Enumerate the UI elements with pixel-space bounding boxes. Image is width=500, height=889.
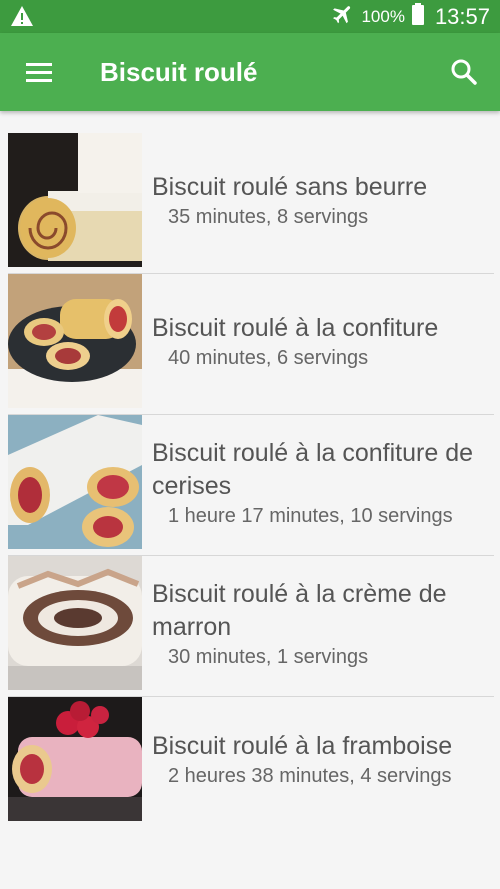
list-item[interactable]: Biscuit roulé à la framboise 2 heures 38…: [8, 697, 494, 821]
recipe-title: Biscuit roulé à la confiture: [152, 314, 439, 342]
recipe-meta: 35 minutes, 8 servings: [168, 206, 369, 228]
app-bar: Biscuit roulé: [0, 33, 500, 111]
status-bar: 100% 13:57: [0, 0, 500, 33]
recipe-image: [8, 274, 142, 408]
recipe-title: Biscuit roulé à la confiture de cerises: [152, 438, 474, 500]
recipe-title: Biscuit roulé à la framboise: [152, 732, 453, 760]
search-icon[interactable]: [446, 54, 482, 90]
recipe-title: Biscuit roulé à la crème de marron: [152, 579, 447, 641]
clock: 13:57: [434, 3, 490, 29]
recipe-title: Biscuit roulé sans beurre: [152, 173, 428, 201]
menu-icon[interactable]: [20, 54, 58, 90]
recipe-list: Biscuit roulé sans beurre 35 minutes, 8 …: [8, 133, 494, 821]
page-title: Biscuit roulé: [100, 57, 258, 87]
list-item[interactable]: Biscuit roulé à la confiture de cerises …: [8, 415, 494, 556]
battery-icon: [411, 2, 425, 31]
list-item[interactable]: Biscuit roulé à la crème de marron 30 mi…: [8, 556, 494, 697]
battery-percent: 100%: [361, 6, 405, 26]
recipe-meta: 1 heure 17 minutes, 10 servings: [168, 504, 453, 527]
recipe-image: [8, 133, 142, 267]
recipe-meta: 2 heures 38 minutes, 4 servings: [168, 765, 452, 787]
warning-icon: [10, 5, 34, 27]
list-item[interactable]: Biscuit roulé à la confiture 40 minutes,…: [8, 274, 494, 415]
recipe-image: [8, 415, 142, 549]
list-item[interactable]: Biscuit roulé sans beurre 35 minutes, 8 …: [8, 133, 494, 274]
recipe-meta: 30 minutes, 1 servings: [168, 645, 369, 668]
recipe-meta: 40 minutes, 6 servings: [168, 347, 369, 369]
recipe-image: [8, 697, 142, 821]
recipe-image: [8, 556, 142, 690]
airplane-icon: [331, 2, 355, 31]
